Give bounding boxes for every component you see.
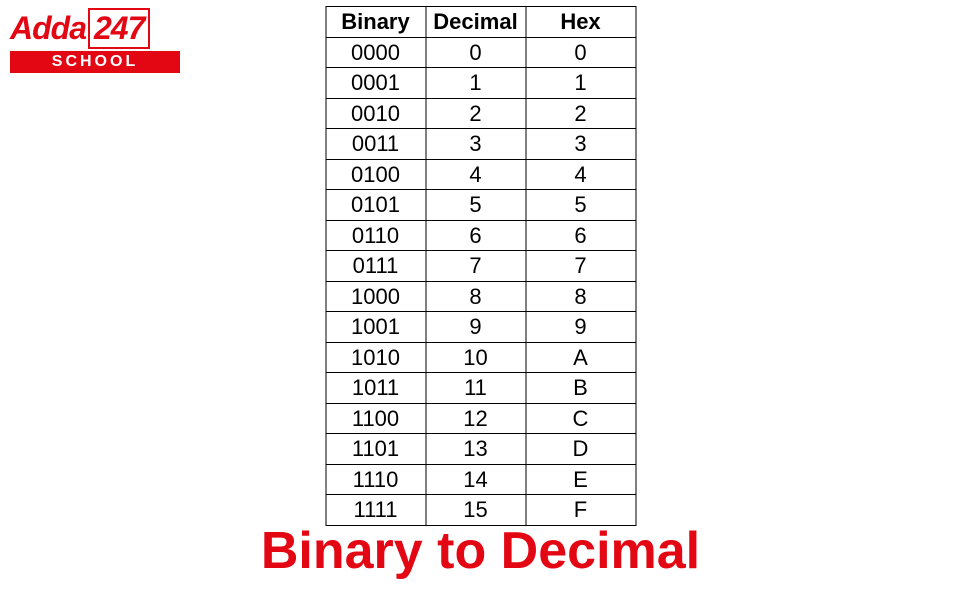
cell-decimal: 12 xyxy=(426,403,526,434)
logo-subtext: SCHOOL xyxy=(10,51,180,73)
header-decimal: Decimal xyxy=(426,7,526,38)
cell-hex: C xyxy=(526,403,636,434)
table-row: 011177 xyxy=(326,251,636,282)
cell-hex: 7 xyxy=(526,251,636,282)
cell-hex: 2 xyxy=(526,98,636,129)
cell-binary: 1001 xyxy=(326,312,426,343)
table-row: 100088 xyxy=(326,281,636,312)
cell-decimal: 1 xyxy=(426,68,526,99)
cell-binary: 0011 xyxy=(326,129,426,160)
cell-hex: A xyxy=(526,342,636,373)
table-header-row: Binary Decimal Hex xyxy=(326,7,636,38)
cell-hex: 9 xyxy=(526,312,636,343)
cell-binary: 1011 xyxy=(326,373,426,404)
table-row: 111014E xyxy=(326,464,636,495)
cell-binary: 1100 xyxy=(326,403,426,434)
cell-hex: E xyxy=(526,464,636,495)
cell-decimal: 6 xyxy=(426,220,526,251)
cell-binary: 1010 xyxy=(326,342,426,373)
cell-binary: 1110 xyxy=(326,464,426,495)
conversion-table: Binary Decimal Hex 000000000111001022001… xyxy=(325,6,636,526)
table-row: 011066 xyxy=(326,220,636,251)
cell-decimal: 11 xyxy=(426,373,526,404)
table-row: 101010A xyxy=(326,342,636,373)
cell-decimal: 8 xyxy=(426,281,526,312)
table-row: 010155 xyxy=(326,190,636,221)
cell-hex: 3 xyxy=(526,129,636,160)
cell-binary: 1101 xyxy=(326,434,426,465)
cell-decimal: 5 xyxy=(426,190,526,221)
cell-hex: 0 xyxy=(526,37,636,68)
table-row: 010044 xyxy=(326,159,636,190)
cell-hex: 8 xyxy=(526,281,636,312)
header-binary: Binary xyxy=(326,7,426,38)
table-row: 101111B xyxy=(326,373,636,404)
cell-decimal: 14 xyxy=(426,464,526,495)
cell-hex: 6 xyxy=(526,220,636,251)
cell-binary: 0010 xyxy=(326,98,426,129)
table-row: 110012C xyxy=(326,403,636,434)
cell-decimal: 0 xyxy=(426,37,526,68)
cell-hex: D xyxy=(526,434,636,465)
table-row: 001022 xyxy=(326,98,636,129)
logo-number-box: 247 xyxy=(88,8,150,49)
cell-binary: 0101 xyxy=(326,190,426,221)
page-title: Binary to Decimal xyxy=(0,521,961,581)
table-row: 000000 xyxy=(326,37,636,68)
cell-decimal: 3 xyxy=(426,129,526,160)
cell-binary: 1000 xyxy=(326,281,426,312)
table-row: 100199 xyxy=(326,312,636,343)
cell-decimal: 9 xyxy=(426,312,526,343)
logo-brand-text: Adda xyxy=(10,10,86,47)
cell-hex: 1 xyxy=(526,68,636,99)
table-row: 110113D xyxy=(326,434,636,465)
cell-decimal: 4 xyxy=(426,159,526,190)
cell-decimal: 7 xyxy=(426,251,526,282)
cell-binary: 0100 xyxy=(326,159,426,190)
cell-hex: B xyxy=(526,373,636,404)
cell-decimal: 10 xyxy=(426,342,526,373)
cell-binary: 0000 xyxy=(326,37,426,68)
header-hex: Hex xyxy=(526,7,636,38)
cell-decimal: 13 xyxy=(426,434,526,465)
cell-hex: 4 xyxy=(526,159,636,190)
table-row: 001133 xyxy=(326,129,636,160)
cell-hex: 5 xyxy=(526,190,636,221)
cell-binary: 0001 xyxy=(326,68,426,99)
table-row: 000111 xyxy=(326,68,636,99)
cell-decimal: 2 xyxy=(426,98,526,129)
conversion-table-wrap: Binary Decimal Hex 000000000111001022001… xyxy=(325,6,636,526)
brand-logo: Adda 247 SCHOOL xyxy=(10,8,180,73)
cell-binary: 0111 xyxy=(326,251,426,282)
cell-binary: 0110 xyxy=(326,220,426,251)
logo-top-row: Adda 247 xyxy=(10,8,180,49)
